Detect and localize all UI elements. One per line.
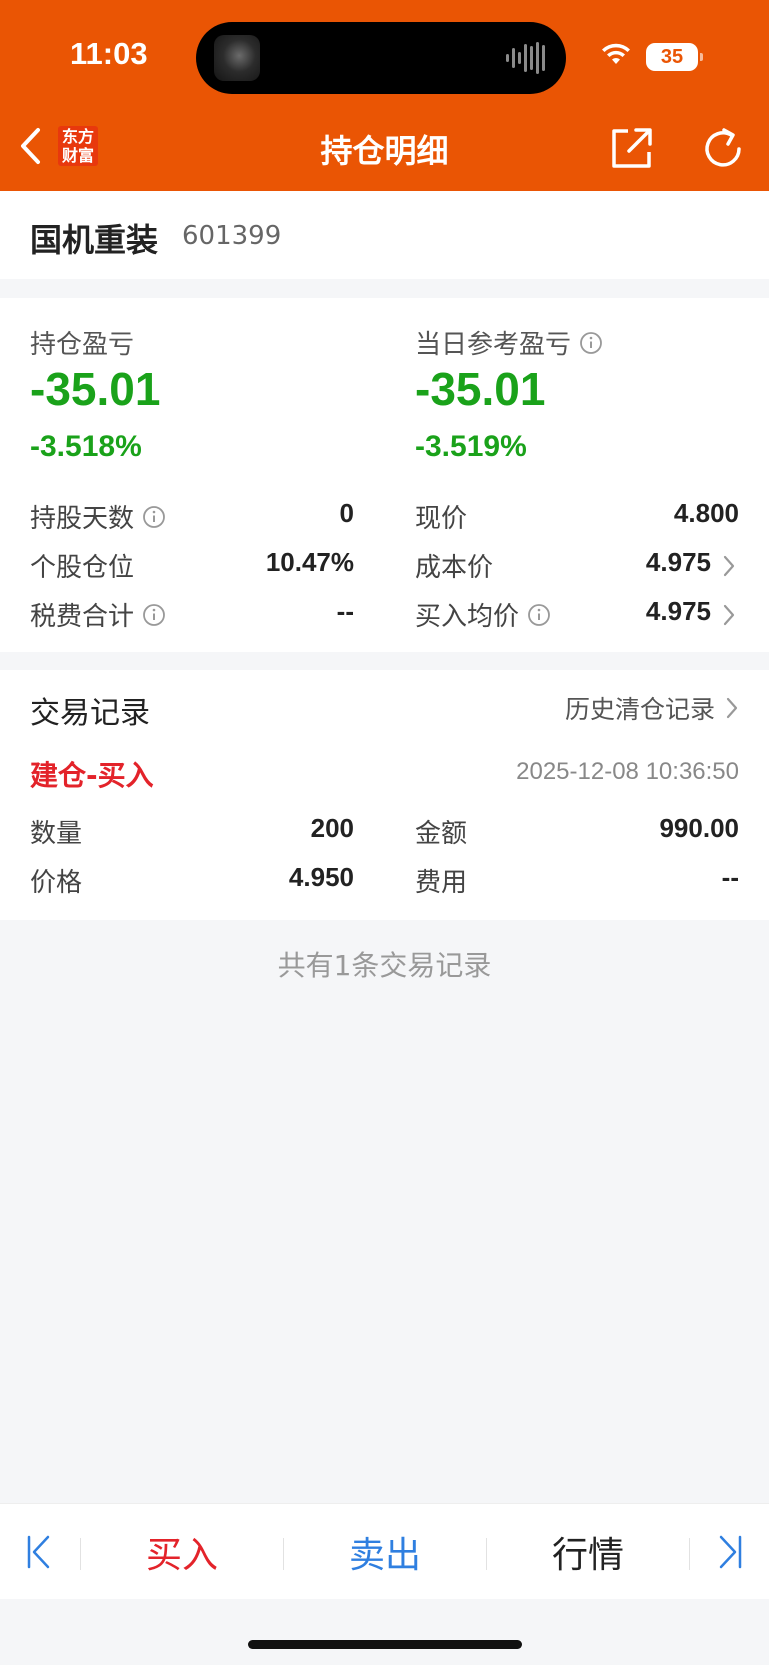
divider — [283, 1538, 284, 1570]
daily-pl-label-text: 当日参考盈亏 — [415, 330, 572, 360]
tax-fee-label[interactable]: 税费合计 — [30, 596, 166, 633]
holding-days-label[interactable]: 持股天数 — [30, 498, 166, 535]
position-ratio-label-text: 个股仓位 — [30, 553, 135, 583]
cost-price-label-text: 成本价 — [415, 553, 494, 583]
quantity-value: 200 — [310, 813, 354, 843]
history-clear-link-text: 历史清仓记录 — [564, 695, 715, 724]
position-ratio-label: 个股仓位 — [30, 547, 134, 584]
holding-days-value: 0 — [339, 498, 354, 528]
info-icon[interactable] — [142, 603, 166, 627]
current-price-value: 4.800 — [673, 498, 739, 528]
chevron-right-icon — [726, 697, 738, 719]
sell-button[interactable]: 卖出 — [285, 1504, 485, 1600]
stock-code: 601399 — [182, 221, 282, 251]
wifi-icon — [602, 43, 630, 64]
info-icon[interactable] — [527, 603, 551, 627]
market-button[interactable]: 行情 — [488, 1504, 688, 1600]
current-price-label: 现价 — [415, 498, 467, 535]
daily-pl-value: -35.01 — [415, 363, 546, 415]
trade-time: 2025-12-08 10:36:50 — [516, 758, 739, 785]
price-label: 价格 — [30, 868, 83, 898]
avg-buy-price-label-text: 买入均价 — [415, 602, 520, 632]
first-stock-button[interactable] — [0, 1504, 78, 1600]
position-pl-label-text: 持仓盈亏 — [30, 330, 135, 360]
cost-price-label[interactable]: 成本价 — [415, 547, 493, 584]
tax-fee-label-text: 税费合计 — [30, 602, 135, 632]
divider — [689, 1538, 690, 1570]
cost-price-value[interactable]: 4.975 — [646, 547, 711, 578]
trade-count-summary: 共有1条交易记录 — [277, 949, 492, 982]
avg-buy-price-label[interactable]: 买入均价 — [415, 596, 551, 633]
audio-wave-icon — [506, 42, 545, 74]
position-pl-percent: -3.518% — [30, 430, 142, 463]
divider — [486, 1538, 487, 1570]
daily-pl-percent: -3.519% — [415, 430, 527, 463]
skip-first-icon — [27, 1535, 50, 1569]
tax-fee-value: -- — [336, 596, 354, 626]
quantity-label: 数量 — [30, 819, 83, 849]
chevron-right-icon[interactable] — [722, 554, 736, 578]
stock-name: 国机重装 — [30, 221, 159, 259]
home-indicator[interactable] — [248, 1640, 522, 1649]
trade-records-card: 交易记录 历史清仓记录 建仓-买入 2025-12-08 10:36:50 数量… — [0, 670, 769, 920]
position-ratio-value: 10.47% — [265, 547, 354, 577]
refresh-icon[interactable] — [700, 126, 746, 172]
now-playing-artwork — [214, 35, 260, 81]
status-time: 11:03 — [70, 36, 148, 71]
fee-value: -- — [721, 862, 739, 892]
last-stock-button[interactable] — [691, 1504, 769, 1600]
app-header: 11:03 35 东方 财富 持仓明细 — [0, 0, 769, 191]
chevron-right-icon[interactable] — [722, 603, 736, 627]
price-value: 4.950 — [288, 862, 354, 892]
skip-last-icon — [719, 1535, 742, 1569]
daily-pl-label[interactable]: 当日参考盈亏 — [415, 324, 603, 361]
holdings-card: 持仓盈亏 当日参考盈亏 -35.01 -35.01 -3.518% -3.519… — [0, 298, 769, 652]
holding-days-label-text: 持股天数 — [30, 504, 135, 534]
trade-type: 建仓-买入 — [30, 759, 154, 792]
history-clear-link[interactable]: 历史清仓记录 — [565, 690, 739, 726]
divider — [80, 1538, 81, 1570]
dynamic-island — [196, 22, 566, 94]
info-icon[interactable] — [579, 331, 603, 355]
amount-value: 990.00 — [659, 813, 739, 843]
info-icon[interactable] — [142, 505, 166, 529]
trade-records-title: 交易记录 — [30, 696, 150, 731]
amount-label: 金额 — [415, 819, 468, 849]
share-icon[interactable] — [610, 126, 654, 170]
current-price-label-text: 现价 — [415, 504, 468, 534]
avg-buy-price-value[interactable]: 4.975 — [646, 596, 711, 627]
battery-indicator: 35 — [646, 43, 703, 71]
bottom-action-bar: 买入 卖出 行情 — [0, 1503, 769, 1599]
position-pl-value: -35.01 — [30, 363, 161, 415]
stock-header: 国机重装 601399 — [0, 191, 769, 279]
fee-label: 费用 — [415, 868, 468, 898]
position-pl-label: 持仓盈亏 — [30, 324, 134, 361]
buy-button[interactable]: 买入 — [82, 1504, 282, 1600]
